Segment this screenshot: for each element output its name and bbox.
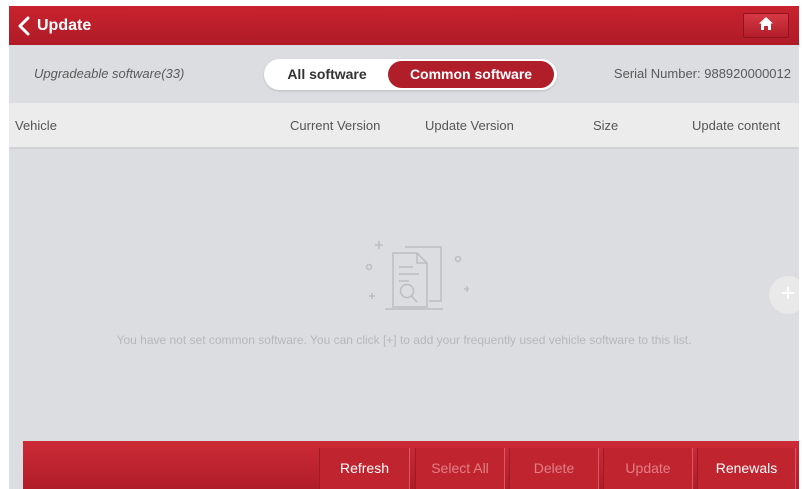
- tab-common-software[interactable]: Common software: [388, 61, 554, 88]
- action-toolbar: Refresh Select All Delete Update Renewal…: [23, 441, 799, 489]
- back-button[interactable]: Update: [13, 6, 91, 45]
- column-vehicle: Vehicle: [15, 118, 57, 133]
- refresh-button[interactable]: Refresh: [319, 448, 410, 489]
- software-filter-bar: Upgradeable software(33) All software Co…: [9, 45, 799, 103]
- column-update-content: Update content: [692, 118, 781, 133]
- upgradeable-count: Upgradeable software(33): [34, 66, 185, 81]
- serial-number: Serial Number: 988920000012: [613, 66, 791, 81]
- page-title: Update: [37, 16, 92, 34]
- add-software-button[interactable]: [769, 276, 799, 314]
- column-size: Size: [593, 118, 619, 133]
- software-tabs: All software Common software: [264, 59, 557, 90]
- renewals-button[interactable]: Renewals: [697, 448, 796, 489]
- column-update-version: Update Version: [425, 118, 514, 133]
- title-bar: Update: [9, 6, 799, 45]
- document-search-icon: [349, 239, 470, 320]
- delete-button[interactable]: Delete: [509, 448, 599, 489]
- select-all-button[interactable]: Select All: [415, 448, 505, 489]
- empty-state-message: You have not set common software. You ca…: [116, 333, 692, 347]
- plus-icon: [780, 285, 796, 306]
- column-current-version: Current Version: [290, 118, 381, 133]
- chevron-left-icon: [13, 6, 35, 45]
- table-header: Vehicle Current Version Update Version S…: [9, 103, 799, 149]
- tab-all-software[interactable]: All software: [264, 59, 390, 90]
- home-icon: [758, 16, 774, 36]
- update-button[interactable]: Update: [603, 448, 693, 489]
- app-window: Update Upgradeable software(33) All soft…: [9, 6, 799, 489]
- home-button[interactable]: [743, 13, 789, 38]
